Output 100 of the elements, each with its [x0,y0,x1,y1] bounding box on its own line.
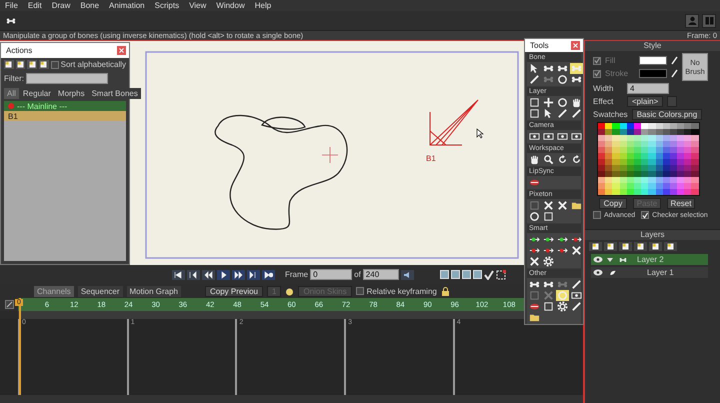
width-field[interactable]: 4 [627,83,669,94]
timeline-tab[interactable]: Motion Graph [126,286,181,296]
tool-button[interactable] [556,131,569,142]
quad-view-button[interactable] [472,270,482,279]
menu-item[interactable]: Help [250,1,276,10]
expand-icon[interactable] [4,300,14,309]
layer-tool-button[interactable] [619,242,632,251]
rewind-button[interactable] [202,270,215,280]
tool-button[interactable] [570,74,583,85]
swatches-dropdown[interactable]: Basic Colors.png [632,109,702,120]
tool-button[interactable] [570,97,583,108]
action-tool-button[interactable] [4,60,14,69]
layer-tool-button[interactable] [634,242,647,251]
menu-item[interactable]: Edit [22,1,47,10]
tool-button[interactable] [570,279,583,290]
tool-button[interactable] [542,256,555,267]
tool-button[interactable] [542,279,555,290]
action-item[interactable]: --- Mainline --- [4,101,126,111]
checkbox[interactable] [641,211,650,219]
step-back-button[interactable] [187,270,200,280]
timeline-tab[interactable]: Sequencer [78,286,123,296]
color-swatch-grid[interactable] [597,122,700,196]
single-view-button[interactable] [440,270,449,279]
tool-button[interactable] [556,108,569,119]
menu-item[interactable]: Scripts [150,1,184,10]
menu-item[interactable]: File [0,1,23,10]
eye-icon[interactable] [593,269,603,276]
step-forward-button[interactable] [247,270,260,280]
tool-button[interactable] [528,279,541,290]
layer-tool-button[interactable] [604,242,617,251]
tool-button[interactable] [528,97,541,108]
tool-button[interactable] [556,200,569,211]
tool-button[interactable] [570,131,583,142]
skip-to-start-button[interactable] [172,270,185,280]
tool-button[interactable] [556,97,569,108]
menu-item[interactable]: Draw [46,1,76,10]
skip-to-end-button[interactable] [262,270,275,280]
row-view-button[interactable] [462,270,471,279]
palette-button[interactable]: Copy [599,198,627,209]
tool-button[interactable] [542,131,555,142]
tool-button[interactable] [528,108,541,119]
tool-button[interactable] [542,154,555,165]
action-tool-button[interactable] [38,60,49,69]
menu-item[interactable]: Animation [104,1,150,10]
tool-button[interactable] [528,131,541,142]
tool-button[interactable] [556,63,569,74]
sound-button[interactable] [400,270,414,280]
tool-button[interactable] [570,154,583,165]
menu-item[interactable]: View [184,1,212,10]
tool-button[interactable] [528,74,541,85]
play-button[interactable] [217,270,230,280]
frame-field[interactable]: 0 [310,269,352,280]
filter-field[interactable] [26,73,108,84]
layer-row[interactable]: Layer 2 [591,254,708,265]
person-button[interactable] [685,14,699,28]
book-button[interactable] [702,14,716,28]
tool-button[interactable] [556,154,569,165]
tool-button[interactable] [570,245,583,256]
layer-row[interactable]: Layer 1 [591,267,708,278]
checkbox[interactable] [50,60,59,68]
palette-button[interactable]: Reset [667,198,695,209]
checkbox[interactable] [356,287,364,295]
tool-button[interactable] [542,200,555,211]
tool-button[interactable] [528,211,541,222]
checkbox[interactable] [593,211,601,219]
layer-tool-button[interactable] [664,242,677,251]
close-button[interactable] [571,41,580,50]
bone-drawing[interactable] [430,100,478,146]
tool-button[interactable] [528,301,541,312]
tool-button[interactable] [570,108,583,119]
effect-dropdown[interactable]: <plain> [627,96,664,107]
tool-button[interactable] [570,301,583,312]
horizontal-scrollbar[interactable] [0,395,583,403]
tool-button[interactable] [528,256,541,267]
layer-tool-button[interactable] [589,242,602,251]
tool-button[interactable] [556,301,569,312]
tool-button[interactable] [528,312,541,323]
action-tool-button[interactable] [27,60,37,69]
fast-forward-button[interactable] [232,270,245,280]
tool-button[interactable] [556,74,569,85]
split-view-button[interactable] [450,270,460,279]
tool-button[interactable] [542,211,555,222]
tool-button[interactable] [528,177,541,188]
tool-button[interactable] [570,200,583,211]
total-frames-field[interactable]: 240 [362,269,399,280]
menu-item[interactable]: Window [211,1,250,10]
layer-tool-button[interactable] [649,242,662,251]
action-item[interactable]: B1 [4,111,126,121]
bone-icon[interactable] [4,16,18,26]
expand-caret-icon[interactable] [607,256,613,262]
tool-button[interactable] [570,290,583,301]
tool-button[interactable] [542,301,555,312]
tool-button[interactable] [542,63,555,74]
action-tool-button[interactable] [16,60,26,69]
copy-previous-dropdown[interactable]: Copy Previou [204,286,264,296]
tool-button[interactable] [542,97,555,108]
close-button[interactable] [117,46,126,55]
menu-item[interactable]: Bone [75,1,104,10]
eye-icon[interactable] [593,256,603,263]
tool-button[interactable] [528,154,541,165]
